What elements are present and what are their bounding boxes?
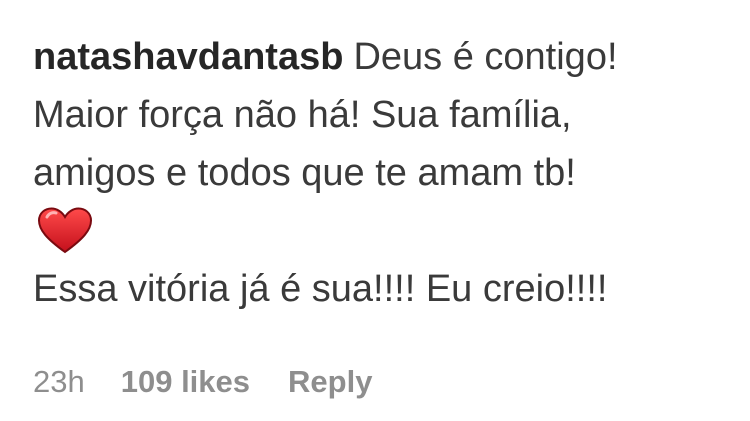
comment-line-4: Essa vitória já é sua!!!! Eu creio!!!!: [33, 268, 608, 310]
emoji-line: [33, 202, 733, 260]
comment-timestamp[interactable]: 23h: [33, 360, 85, 404]
reply-button[interactable]: Reply: [288, 360, 372, 404]
comment-meta: 23h 109 likes Reply: [33, 360, 372, 404]
red-heart-icon: [37, 207, 93, 254]
comment-text-1: Deus é contigo!: [353, 36, 618, 78]
comment-line-3: amigos e todos que te amam tb!: [33, 152, 576, 194]
comment-line-1: natashavdantasb Deus é contigo!: [33, 28, 733, 86]
likes-count[interactable]: 109 likes: [121, 360, 250, 404]
comment-block: natashavdantasb Deus é contigo! Maior for…: [33, 28, 733, 318]
comment-line-2: Maior força não há! Sua família,: [33, 94, 572, 136]
comment-username[interactable]: natashavdantasb: [33, 36, 343, 78]
